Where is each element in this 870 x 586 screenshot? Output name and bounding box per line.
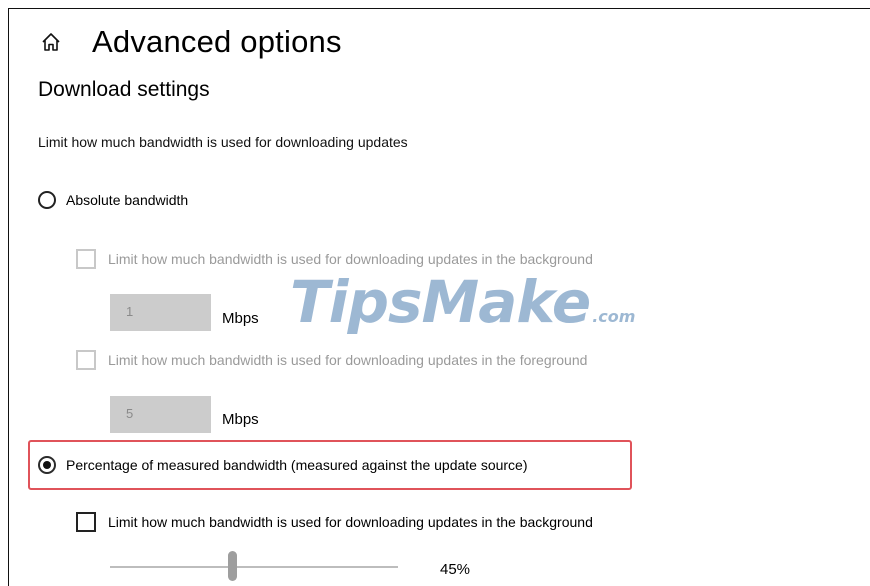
home-icon[interactable] (40, 31, 62, 53)
absolute-background-limit-option[interactable]: Limit how much bandwidth is used for dow… (76, 249, 593, 269)
absolute-foreground-label: Limit how much bandwidth is used for dow… (108, 352, 588, 368)
section-title: Download settings (38, 78, 210, 101)
absolute-foreground-checkbox[interactable] (76, 350, 96, 370)
percentage-slider-track[interactable] (110, 566, 398, 568)
absolute-background-mbps-input[interactable]: 1 (110, 294, 211, 331)
percentage-background-checkbox[interactable] (76, 512, 96, 532)
percentage-bandwidth-option[interactable]: Percentage of measured bandwidth (measur… (38, 456, 528, 474)
absolute-foreground-unit: Mbps (222, 411, 259, 428)
absolute-foreground-mbps-input[interactable]: 5 (110, 396, 211, 433)
percentage-bandwidth-radio[interactable] (38, 456, 56, 474)
tipsmake-watermark: TipsMake .com (290, 268, 635, 336)
absolute-background-label: Limit how much bandwidth is used for dow… (108, 251, 593, 267)
percentage-slider-value: 45% (440, 561, 471, 578)
absolute-bandwidth-option[interactable]: Absolute bandwidth (38, 191, 188, 209)
absolute-foreground-limit-option[interactable]: Limit how much bandwidth is used for dow… (76, 350, 587, 370)
absolute-background-checkbox[interactable] (76, 249, 96, 269)
watermark-domain: .com (592, 307, 636, 326)
percentage-background-label: Limit how much bandwidth is used for dow… (108, 514, 593, 530)
bandwidth-description: Limit how much bandwidth is used for dow… (38, 134, 408, 150)
watermark-brand: TipsMake (290, 268, 591, 336)
header: Advanced options (40, 22, 342, 62)
radio-selected-dot (43, 461, 51, 469)
page-title: Advanced options (92, 24, 342, 59)
percentage-slider-thumb[interactable] (228, 551, 237, 581)
absolute-bandwidth-radio[interactable] (38, 191, 56, 209)
absolute-background-unit: Mbps (222, 310, 259, 327)
percentage-bandwidth-label: Percentage of measured bandwidth (measur… (66, 457, 528, 473)
absolute-bandwidth-label: Absolute bandwidth (66, 192, 189, 208)
percentage-background-limit-option[interactable]: Limit how much bandwidth is used for dow… (76, 512, 593, 532)
